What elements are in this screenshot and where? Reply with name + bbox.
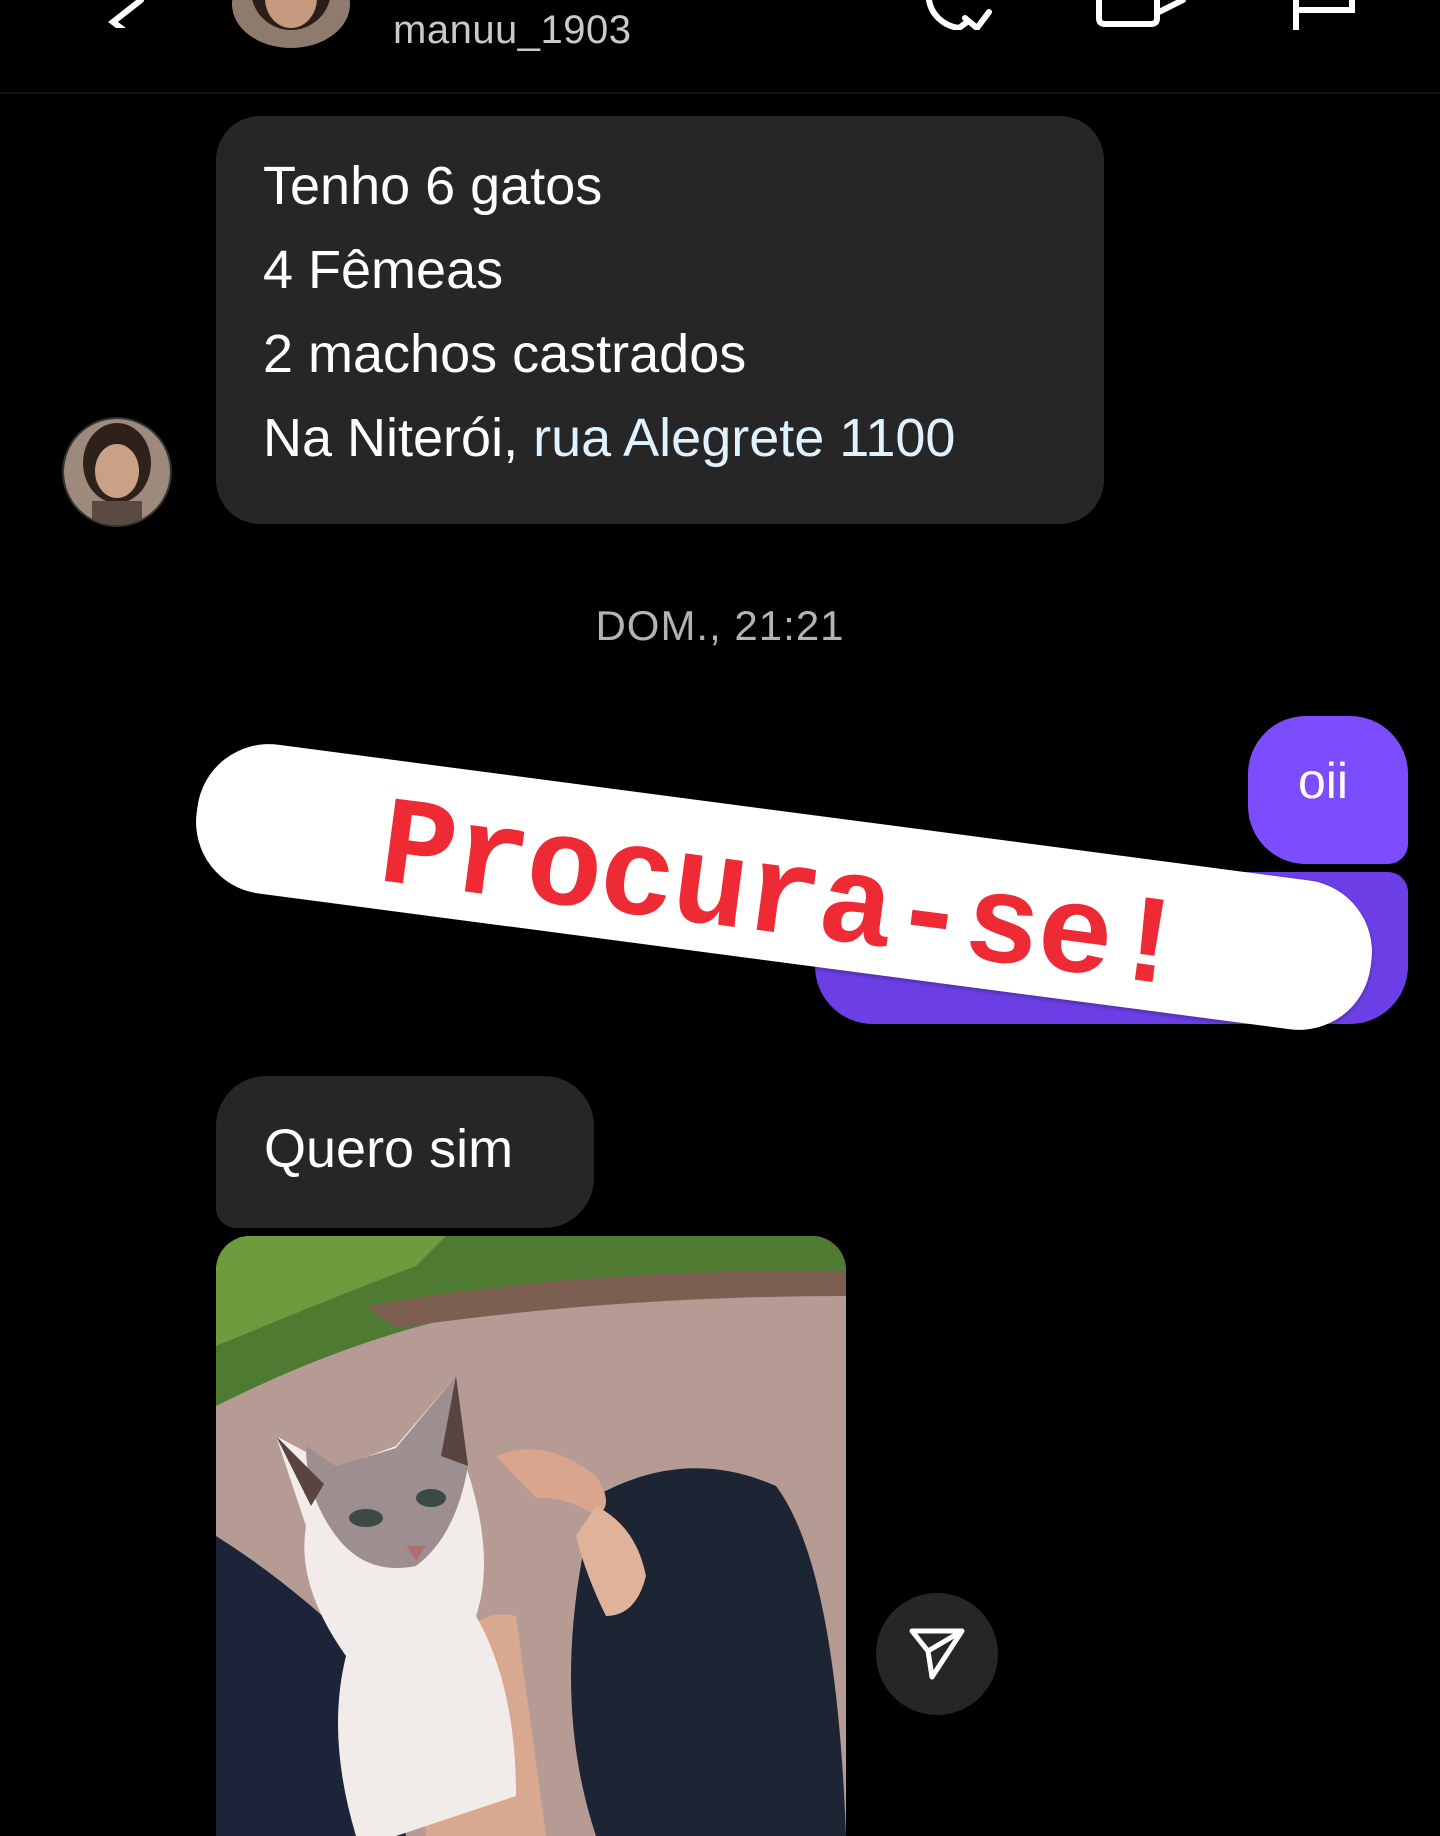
flag-icon[interactable] xyxy=(1290,0,1370,30)
sender-avatar[interactable] xyxy=(62,417,172,527)
procura-se-sticker: Procura-se! xyxy=(187,735,1381,1039)
message-timestamp: DOM., 21:21 xyxy=(595,602,845,649)
chat-header: manuu_1903 xyxy=(0,0,1440,94)
sent-message-bubble[interactable]: oii xyxy=(1248,716,1408,864)
sent-message-text: oii xyxy=(1298,753,1349,809)
address-link[interactable]: rua Alegrete 1100 xyxy=(533,408,955,468)
message-text: Quero sim xyxy=(264,1119,514,1179)
video-icon[interactable] xyxy=(1095,0,1190,30)
received-message-bubble[interactable]: Quero sim xyxy=(216,1076,594,1228)
chat-username[interactable]: manuu_1903 xyxy=(393,8,632,53)
send-icon xyxy=(909,1628,965,1680)
cat-photo-message[interactable] xyxy=(216,1236,846,1836)
message-line: Tenho 6 gatos xyxy=(263,156,603,216)
message-line: 4 Fêmeas xyxy=(263,240,504,300)
avatar[interactable] xyxy=(232,0,350,48)
message-line-address: Na Niterói, rua Alegrete 1100 xyxy=(263,396,1104,480)
back-icon[interactable] xyxy=(105,0,145,28)
share-button[interactable] xyxy=(876,1593,998,1715)
sticker-text: Procura-se! xyxy=(371,775,1194,1024)
received-message-bubble[interactable]: Tenho 6 gatos 4 Fêmeas 2 machos castrado… xyxy=(216,116,1104,524)
message-text: Na Niterói, xyxy=(263,408,534,468)
phone-icon[interactable] xyxy=(925,0,995,30)
message-line: 2 machos castrados xyxy=(263,324,747,384)
